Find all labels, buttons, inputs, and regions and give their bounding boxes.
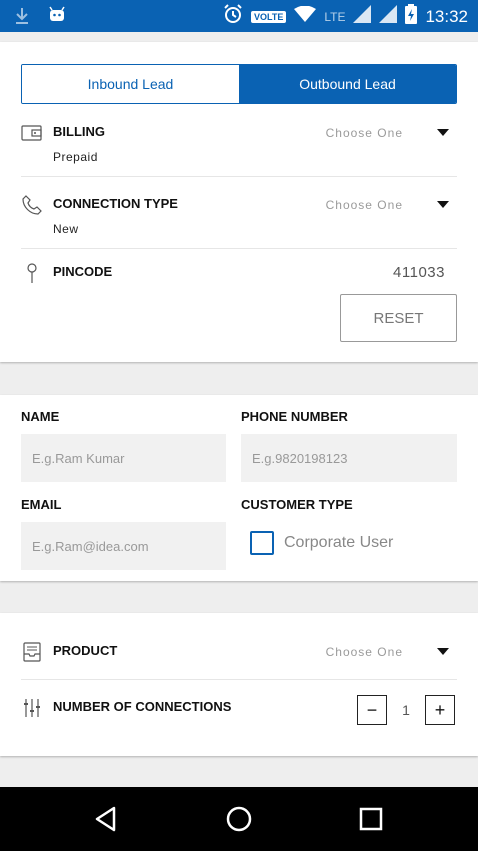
inbox-icon xyxy=(21,641,43,663)
product-card: PRODUCT Choose One NUMBER OF CONNECTIONS… xyxy=(0,613,478,756)
phone-icon xyxy=(21,194,43,216)
connection-type-row[interactable]: CONNECTION TYPE New Choose One xyxy=(21,194,457,244)
number-of-connections-label: NUMBER OF CONNECTIONS xyxy=(53,699,232,714)
corporate-user-option[interactable]: Corporate User xyxy=(250,531,393,555)
name-input[interactable]: E.g.Ram Kumar xyxy=(21,434,226,482)
billing-label: BILLING xyxy=(53,124,105,139)
pincode-value[interactable]: 411033 xyxy=(393,264,445,281)
phone-number-label: PHONE NUMBER xyxy=(241,409,348,424)
download-icon xyxy=(14,6,30,31)
pincode-row: PINCODE 411033 xyxy=(21,262,457,292)
product-row[interactable]: PRODUCT Choose One xyxy=(21,641,457,667)
corporate-user-checkbox[interactable] xyxy=(250,531,274,555)
outbound-lead-tab[interactable]: Outbound Lead xyxy=(239,65,456,103)
sliders-icon xyxy=(21,697,43,719)
connections-count: 1 xyxy=(402,702,410,718)
increment-button[interactable]: + xyxy=(425,695,455,725)
divider xyxy=(21,679,457,680)
home-icon[interactable] xyxy=(223,803,255,835)
lead-settings-card: Inbound Lead Outbound Lead BILLING Prepa… xyxy=(0,42,478,362)
alarm-icon xyxy=(223,4,243,29)
connection-type-dropdown-placeholder[interactable]: Choose One xyxy=(326,198,403,212)
wifi-icon xyxy=(294,5,317,27)
product-chevron-down-icon[interactable] xyxy=(437,648,449,655)
volte-badge: VOLTE xyxy=(250,10,287,23)
name-label: NAME xyxy=(21,409,60,424)
signal-icon xyxy=(353,5,372,28)
recents-icon[interactable] xyxy=(355,803,387,835)
email-input[interactable]: E.g.Ram@idea.com xyxy=(21,522,226,570)
inbound-lead-tab[interactable]: Inbound Lead xyxy=(22,65,239,103)
phone-number-input[interactable]: E.g.9820198123 xyxy=(241,434,457,482)
number-of-connections-row: NUMBER OF CONNECTIONS − 1 + xyxy=(21,695,457,727)
back-icon[interactable] xyxy=(90,803,122,835)
connection-type-value: New xyxy=(53,222,79,236)
network-type-label: LTE xyxy=(324,9,346,24)
status-bar: VOLTE LTE 13:32 xyxy=(0,0,478,32)
battery-icon xyxy=(405,4,418,29)
billing-dropdown-placeholder[interactable]: Choose One xyxy=(326,126,403,140)
location-pin-icon xyxy=(21,262,43,284)
product-dropdown-placeholder[interactable]: Choose One xyxy=(326,645,403,659)
divider xyxy=(21,176,457,177)
connection-type-label: CONNECTION TYPE xyxy=(53,196,178,211)
quantity-stepper: − 1 + xyxy=(357,695,455,725)
pincode-label: PINCODE xyxy=(53,264,113,279)
billing-chevron-down-icon[interactable] xyxy=(437,129,449,136)
wallet-icon xyxy=(21,122,43,144)
android-icon xyxy=(48,6,66,31)
product-label: PRODUCT xyxy=(53,643,118,658)
lead-type-toggle: Inbound Lead Outbound Lead xyxy=(21,64,457,104)
billing-row[interactable]: BILLING Prepaid Choose One xyxy=(21,122,457,172)
signal-2-icon xyxy=(379,5,398,28)
email-label: EMAIL xyxy=(21,497,62,512)
navigation-bar xyxy=(0,787,478,851)
customer-details-card: NAME PHONE NUMBER E.g.Ram Kumar E.g.9820… xyxy=(0,395,478,581)
connection-type-chevron-down-icon[interactable] xyxy=(437,201,449,208)
reset-button[interactable]: RESET xyxy=(340,294,457,342)
divider xyxy=(21,248,457,249)
customer-type-label: CUSTOMER TYPE xyxy=(241,497,353,512)
decrement-button[interactable]: − xyxy=(357,695,387,725)
billing-value: Prepaid xyxy=(53,150,98,164)
corporate-user-label: Corporate User xyxy=(284,534,394,551)
clock-time: 13:32 xyxy=(425,6,468,26)
